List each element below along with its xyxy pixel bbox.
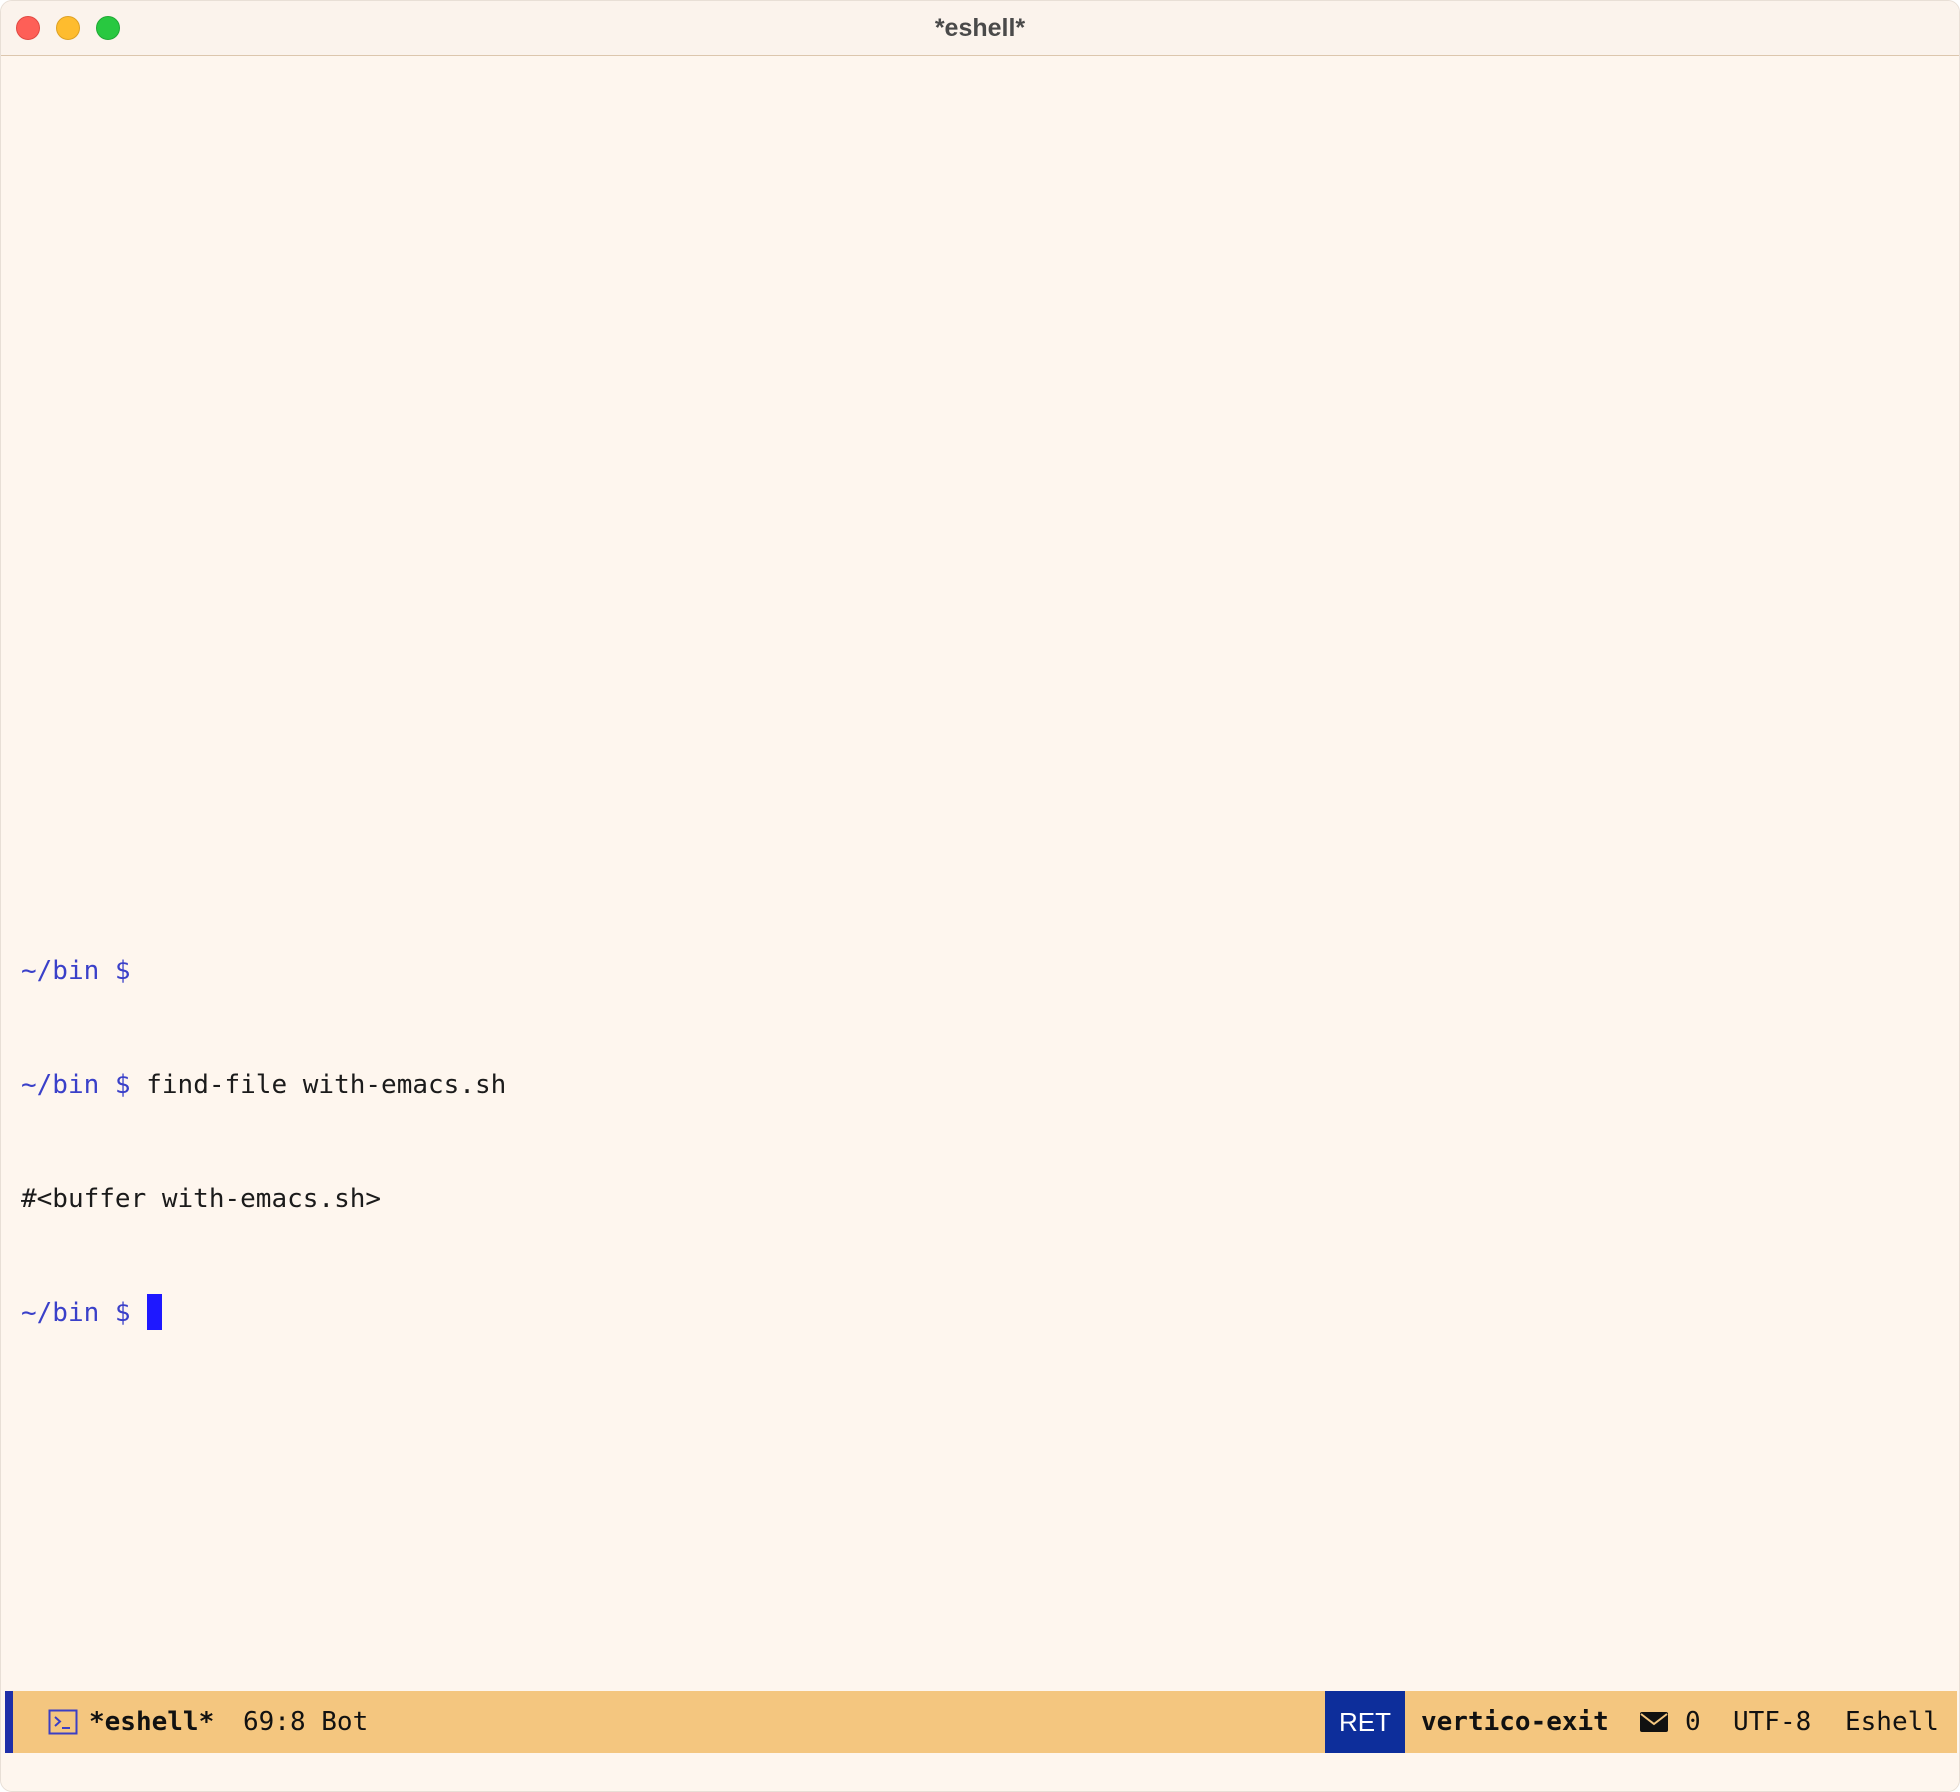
eshell-prompt: ~/bin $ [21, 1298, 147, 1328]
mode-line-buffer-name[interactable]: *eshell* [89, 1691, 214, 1753]
eshell-input-line[interactable]: ~/bin $ [21, 1294, 506, 1332]
terminal-icon [48, 1709, 78, 1735]
mode-line-encoding[interactable]: UTF-8 [1733, 1691, 1811, 1753]
title-bar[interactable]: *eshell* [1, 1, 1959, 56]
eshell-line: ~/bin $ [21, 952, 506, 990]
mode-line-major-mode[interactable]: Eshell [1845, 1691, 1939, 1753]
eshell-command: find-file with-emacs.sh [146, 1070, 507, 1100]
mode-line-keycast-command: vertico-exit [1421, 1707, 1609, 1737]
eshell-line: ~/bin $ find-file with-emacs.sh [21, 1066, 506, 1104]
eshell-output: ~/bin $ ~/bin $ find-file with-emacs.sh … [21, 876, 506, 1408]
envelope-icon[interactable] [1640, 1712, 1668, 1732]
minibuffer[interactable] [1, 1753, 1959, 1791]
mode-line-keycast-key: RET [1325, 1691, 1405, 1753]
window-title: *eshell* [934, 14, 1026, 42]
eshell-buffer[interactable]: ~/bin $ ~/bin $ find-file with-emacs.sh … [1, 57, 1959, 1690]
eshell-prompt: ~/bin $ [21, 1070, 147, 1100]
text-cursor [147, 1294, 163, 1330]
mode-line-position: 69:8 Bot [243, 1707, 369, 1737]
eshell-command-output: #<buffer with-emacs.sh> [21, 1184, 382, 1214]
emacs-window: *eshell* ~/bin $ ~/bin $ find-file with-… [0, 0, 1960, 1792]
mode-line-mail-count: 0 [1685, 1707, 1701, 1737]
eshell-prompt: ~/bin $ [21, 956, 147, 986]
mode-line[interactable]: *eshell* 69:8 Bot RET vertico-exit 0 UTF… [5, 1691, 1957, 1753]
eshell-line: #<buffer with-emacs.sh> [21, 1180, 506, 1218]
